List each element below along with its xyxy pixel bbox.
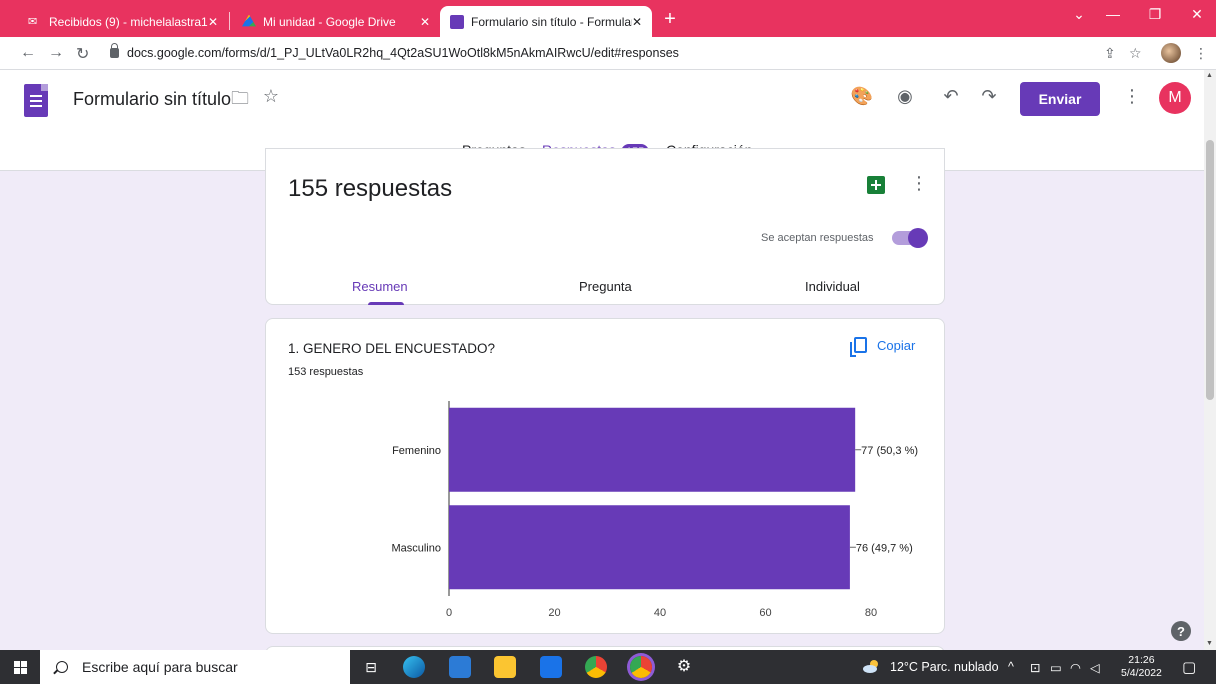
- scrollbar-thumb[interactable]: [1206, 140, 1214, 400]
- browser-toolbar: ← → ↻ docs.google.com/forms/d/1_PJ_ULtVa…: [0, 37, 1216, 70]
- chart-bar: [449, 407, 856, 492]
- notifications-icon[interactable]: ▢: [1182, 658, 1196, 676]
- taskbar-clock[interactable]: 21:26 5/4/2022: [1121, 654, 1162, 680]
- store-icon[interactable]: [449, 656, 471, 678]
- chrome-icon[interactable]: [585, 656, 607, 678]
- subtab-question[interactable]: Pregunta: [579, 279, 632, 294]
- scroll-down-icon[interactable]: ▼: [1206, 640, 1213, 647]
- volume-icon[interactable]: ◁: [1090, 660, 1100, 675]
- tab-search-icon[interactable]: ⌄: [1064, 6, 1094, 23]
- question-title: 1. GENERO DEL ENCUESTADO?: [288, 341, 496, 356]
- forms-logo-icon[interactable]: [24, 84, 48, 117]
- chart-category-label: Masculino: [391, 542, 441, 554]
- copy-icon: [850, 337, 867, 357]
- mail-icon[interactable]: [540, 656, 562, 678]
- subtab-summary[interactable]: Resumen: [352, 279, 408, 294]
- weather-cloud-icon: [863, 660, 878, 673]
- palette-icon[interactable]: 🎨: [850, 86, 874, 107]
- windows-start-icon[interactable]: [14, 661, 28, 675]
- help-icon[interactable]: ?: [1171, 621, 1191, 641]
- chart-x-tick-label: 40: [654, 607, 666, 619]
- redo-icon[interactable]: ↷: [977, 86, 1001, 107]
- share-icon[interactable]: ⇪: [1104, 45, 1116, 62]
- task-view-icon[interactable]: ⊟: [360, 656, 382, 678]
- google-sheets-icon[interactable]: [867, 176, 885, 194]
- tray-chevron-icon[interactable]: ^: [1008, 660, 1014, 674]
- send-button[interactable]: Enviar: [1020, 82, 1100, 116]
- browser-profile-avatar[interactable]: [1161, 43, 1181, 63]
- gmail-icon: ✉: [28, 15, 38, 28]
- tab-title: Recibidos (9) - michelalastra19@: [49, 14, 208, 29]
- forward-icon[interactable]: →: [48, 44, 64, 62]
- bar-chart: Femenino 77 (50,3 %) Masculino 76 (49,7 %) 0…: [266, 389, 946, 629]
- edge-icon[interactable]: [403, 656, 425, 678]
- bar-chart-svg: Femenino 77 (50,3 %) Masculino 76 (49,7 %) 0…: [391, 401, 918, 619]
- form-title[interactable]: Formulario sin título: [73, 89, 231, 110]
- tab-title: Formulario sin título - Formulario: [471, 14, 632, 29]
- avatar[interactable]: M: [1159, 82, 1191, 114]
- clock-time: 21:26: [1128, 654, 1155, 666]
- tab-title: Mi unidad - Google Drive: [263, 14, 396, 29]
- meet-icon[interactable]: ⊡: [1030, 660, 1040, 675]
- browser-tab-gmail[interactable]: ✉ Recibidos (9) - michelalastra19@ ✕: [18, 6, 228, 37]
- minimize-icon[interactable]: —: [1098, 6, 1128, 22]
- page-scrollbar[interactable]: ▲ ▼: [1204, 70, 1216, 650]
- preview-eye-icon[interactable]: ◉: [893, 86, 917, 107]
- browser-tab-forms[interactable]: Formulario sin título - Formulario ✕: [440, 6, 652, 37]
- scroll-up-icon[interactable]: ▲: [1206, 72, 1213, 79]
- google-drive-icon: [242, 14, 256, 27]
- settings-gear-icon[interactable]: ⚙: [673, 656, 695, 678]
- search-icon: [56, 661, 68, 673]
- chart-x-tick-label: 0: [446, 607, 452, 619]
- chart-data-label: 77 (50,3 %): [861, 445, 918, 457]
- windows-taskbar: Escribe aquí para buscar ⊟ ⚙ 12°C Parc. …: [0, 650, 1216, 684]
- close-window-icon[interactable]: ✕: [1182, 6, 1212, 23]
- taskbar-search-box[interactable]: Escribe aquí para buscar: [40, 650, 350, 684]
- question-response-count: 153 respuestas: [288, 366, 364, 378]
- back-icon[interactable]: ←: [20, 44, 36, 62]
- active-subtab-indicator: [368, 302, 404, 305]
- browser-tab-drive[interactable]: Mi unidad - Google Drive ✕: [232, 6, 440, 37]
- response-count-title: 155 respuestas: [288, 175, 453, 202]
- chart-x-tick-label: 80: [865, 607, 877, 619]
- chart-x-tick-label: 20: [548, 607, 560, 619]
- search-placeholder: Escribe aquí para buscar: [82, 659, 238, 675]
- chart-data-label: 76 (49,7 %): [856, 542, 913, 554]
- close-icon[interactable]: ✕: [420, 15, 430, 29]
- copy-chart-button[interactable]: Copiar: [850, 337, 916, 357]
- undo-icon[interactable]: ↶: [939, 86, 963, 107]
- weather-text[interactable]: 12°C Parc. nublado: [890, 660, 999, 674]
- browser-menu-icon[interactable]: ⋮: [1194, 45, 1208, 62]
- bookmark-star-icon[interactable]: ☆: [1129, 45, 1142, 62]
- reload-icon[interactable]: ↻: [76, 44, 89, 64]
- chart-category-label: Femenino: [392, 445, 441, 457]
- file-explorer-icon[interactable]: [494, 656, 516, 678]
- lock-icon: [110, 43, 119, 58]
- chart-bar: [449, 505, 850, 590]
- battery-icon[interactable]: ▭: [1050, 660, 1062, 675]
- chart-x-tick-label: 60: [759, 607, 771, 619]
- browser-tab-strip: ✉ Recibidos (9) - michelalastra19@ ✕ Mi …: [0, 0, 1216, 37]
- wifi-icon[interactable]: ◠: [1070, 660, 1081, 675]
- address-bar[interactable]: docs.google.com/forms/d/1_PJ_ULtVa0LR2hq…: [110, 41, 1110, 65]
- close-icon[interactable]: ✕: [208, 15, 218, 29]
- clock-date: 5/4/2022: [1121, 667, 1162, 679]
- google-forms-icon: [450, 14, 464, 29]
- star-icon[interactable]: ☆: [259, 86, 283, 107]
- folder-icon[interactable]: 🗀: [228, 86, 252, 116]
- responses-summary-card: 155 respuestas ⋮ Se aceptan respuestas R…: [265, 148, 945, 305]
- accepting-responses-label: Se aceptan respuestas: [761, 232, 874, 244]
- more-options-icon[interactable]: ⋮: [1120, 86, 1144, 107]
- subtab-individual[interactable]: Individual: [805, 279, 860, 294]
- restore-icon[interactable]: ❐: [1140, 6, 1170, 23]
- tab-separator: [229, 12, 230, 30]
- close-icon[interactable]: ✕: [632, 15, 642, 29]
- copy-label: Copiar: [877, 337, 916, 353]
- url-text: docs.google.com/forms/d/1_PJ_ULtVa0LR2hq…: [127, 46, 679, 60]
- more-options-icon[interactable]: ⋮: [909, 173, 929, 194]
- new-tab-button[interactable]: +: [658, 8, 682, 31]
- chrome-profile-icon[interactable]: [630, 656, 652, 678]
- question-summary-card: 1. GENERO DEL ENCUESTADO? 153 respuestas…: [265, 318, 945, 634]
- accepting-responses-toggle[interactable]: [892, 228, 928, 248]
